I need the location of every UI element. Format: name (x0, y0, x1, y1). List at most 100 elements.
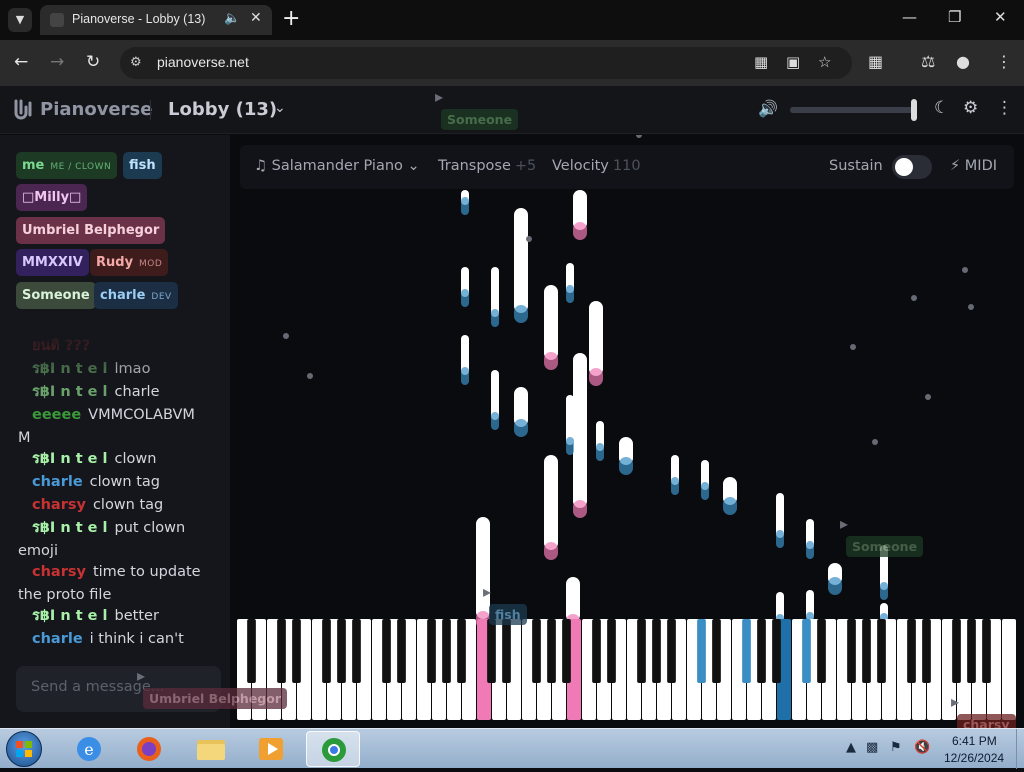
user-tag[interactable]: □Milly□ (16, 184, 88, 211)
start-button[interactable] (6, 731, 42, 767)
cursor-arrow-icon: ▸ (483, 582, 492, 601)
black-key (502, 619, 511, 683)
midi-button[interactable]: ⚡ MIDI (950, 158, 997, 174)
install-app-icon[interactable]: ▣ (786, 53, 800, 71)
instrument-select[interactable]: ♫ Salamander Piano ⌄ (254, 158, 420, 174)
velocity-value: 110 (612, 158, 641, 174)
app-logo-text[interactable]: Pianoverse (40, 99, 152, 120)
tab-search-button[interactable]: ▼ (8, 8, 32, 32)
forward-icon[interactable]: → (50, 52, 64, 72)
black-key (712, 619, 721, 683)
sustain-toggle[interactable] (892, 155, 932, 179)
chat-text-wrap: the proto file (18, 587, 112, 603)
falling-note (514, 208, 528, 313)
user-tag[interactable]: fish (123, 152, 162, 179)
note-trail (573, 500, 587, 518)
site-info-icon[interactable]: ⚙ (130, 55, 142, 70)
gear-icon[interactable]: ⚙ (963, 98, 978, 118)
address-bar[interactable]: ⚙ pianoverse.net ▦ ▣ ☆ (120, 47, 852, 79)
chat-nick[interactable]: ร฿I n t e l (32, 384, 108, 400)
speaker-icon[interactable]: 🔈 (224, 11, 240, 26)
reader-mode-icon[interactable]: ▦ (754, 53, 768, 71)
black-key (397, 619, 406, 683)
sparkle-dot (872, 439, 878, 445)
browser-menu-icon[interactable]: ⋮ (996, 52, 1012, 71)
media-player-icon[interactable] (244, 731, 298, 767)
midi-label: MIDI (964, 158, 998, 174)
windows-taskbar: e ▲ ▩ ⚑ 🔇 6:41 PM 12/26/2024 (0, 728, 1024, 769)
volume-icon[interactable]: 🔊 (758, 99, 778, 118)
clock-date[interactable]: 12/26/2024 (944, 751, 1004, 765)
black-key (637, 619, 646, 683)
action-center-flag-icon[interactable]: ⚑ (890, 740, 902, 755)
piano-keyboard[interactable] (237, 619, 1017, 720)
velocity-control[interactable]: Velocity 110 (552, 158, 641, 174)
volume-slider[interactable] (790, 107, 916, 113)
sparkle-dot (962, 267, 968, 273)
file-explorer-icon[interactable] (184, 731, 238, 767)
chrome-taskbar-icon[interactable] (306, 731, 360, 767)
close-window-icon[interactable]: ✕ (994, 8, 1007, 26)
chat-message: eeeee VMMCOLABVM (32, 404, 195, 427)
note-trail (596, 443, 604, 461)
sparkle-dot (526, 236, 532, 242)
volume-knob[interactable] (911, 99, 917, 121)
internet-explorer-icon[interactable]: e (62, 731, 116, 767)
chat-nick[interactable]: ร฿I n t e l (32, 608, 108, 624)
more-menu-icon[interactable]: ⋮ (996, 98, 1013, 118)
windows-flag-icon (16, 741, 32, 757)
clock-time[interactable]: 6:41 PM (952, 734, 997, 748)
chevron-down-icon[interactable]: ⌄ (274, 100, 286, 116)
chat-nick[interactable]: eeeee (32, 407, 81, 423)
black-key (907, 619, 916, 683)
show-desktop-button[interactable] (1016, 729, 1024, 769)
user-tag[interactable]: charle DEV (94, 282, 178, 309)
chat-nick[interactable]: charsy (32, 564, 86, 580)
chat-text: time to update (92, 564, 201, 580)
chat-text-wrap: M (18, 430, 31, 446)
firefox-icon[interactable] (122, 731, 176, 767)
chat-fade (0, 325, 230, 385)
reload-icon[interactable]: ↻ (86, 52, 100, 72)
chat-message: ร฿I n t e l clown (32, 448, 156, 471)
bookmark-star-icon[interactable]: ☆ (818, 53, 831, 71)
new-tab-button[interactable]: + (282, 6, 300, 32)
user-tag[interactable]: Rudy MOD (90, 249, 169, 276)
chat-nick[interactable]: charle (32, 474, 83, 490)
black-key (967, 619, 976, 683)
black-key (337, 619, 346, 683)
network-icon[interactable]: ▩ (866, 740, 878, 755)
moon-icon[interactable]: ☾ (934, 98, 949, 118)
extensions-icon[interactable]: ▦ (868, 52, 883, 71)
profile-icon[interactable]: ● (956, 52, 970, 71)
cursor-name-label: Someone (441, 109, 519, 130)
volume-muted-icon[interactable]: 🔇 (914, 740, 930, 755)
chat-message: ร฿I n t e l better (32, 605, 159, 628)
black-key (352, 619, 361, 683)
tray-expand-icon[interactable]: ▲ (846, 740, 856, 755)
minimize-icon[interactable]: — (902, 8, 917, 26)
user-tag[interactable]: Umbriel Belphegor (16, 217, 166, 244)
browser-tabbar: ▼ Pianoverse - Lobby (13) 🔈 ✕ + — ❐ ✕ (0, 0, 1024, 40)
user-tag[interactable]: me ME / CLOWN (16, 152, 118, 179)
chat-message: charsy time to update (32, 561, 201, 584)
url-text[interactable]: pianoverse.net (157, 54, 249, 70)
chat-text: put clown (114, 520, 186, 536)
user-tag[interactable]: Someone (16, 282, 96, 309)
transpose-control[interactable]: Transpose +5 (438, 158, 536, 174)
black-key (652, 619, 661, 683)
chat-nick[interactable]: charsy (32, 497, 86, 513)
user-tag[interactable]: MMXXIV (16, 249, 89, 276)
chat-nick[interactable]: charle (32, 631, 83, 647)
note-trail (461, 197, 469, 215)
chat-nick[interactable]: ร฿I n t e l (32, 451, 108, 467)
chat-nick[interactable]: ร฿I n t e l (32, 520, 108, 536)
user-name: Umbriel Belphegor (22, 223, 160, 238)
close-tab-icon[interactable]: ✕ (250, 10, 262, 26)
back-icon[interactable]: ← (14, 52, 28, 72)
room-name[interactable]: Lobby (13) (168, 99, 277, 120)
restore-icon[interactable]: ❐ (948, 8, 961, 26)
toggle-knob (895, 158, 913, 176)
browser-tab[interactable]: Pianoverse - Lobby (13) 🔈 ✕ (40, 5, 272, 35)
labs-flask-icon[interactable]: ⚖ (921, 52, 935, 71)
